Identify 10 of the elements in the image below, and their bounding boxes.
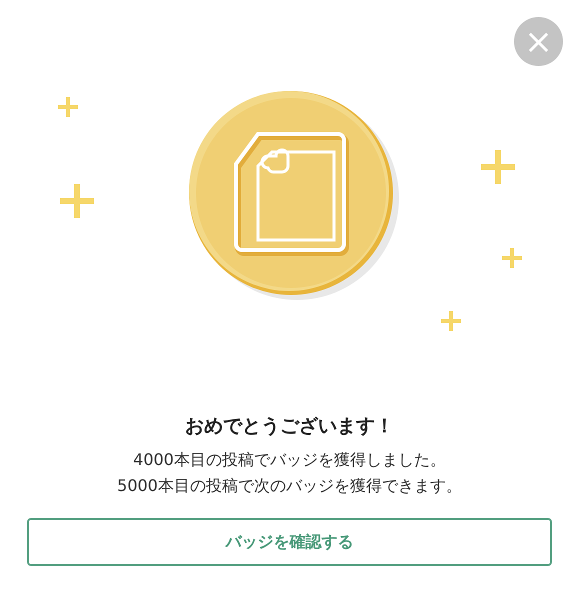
sparkle-icon xyxy=(481,150,515,184)
view-badge-button[interactable]: バッジを確認する xyxy=(27,518,552,566)
message-text: 4000本目の投稿でバッジを獲得しました。 xyxy=(133,449,446,471)
sparkle-icon xyxy=(58,97,78,117)
sparkle-icon xyxy=(441,311,461,331)
close-button[interactable]: × xyxy=(514,17,563,66)
dialog-title: おめでとうございます！ xyxy=(184,414,395,439)
sparkle-icon xyxy=(60,184,94,218)
sparkle-icon xyxy=(502,248,522,268)
message-text: 5000本目の投稿で次のバッジを獲得できます。 xyxy=(117,475,462,497)
